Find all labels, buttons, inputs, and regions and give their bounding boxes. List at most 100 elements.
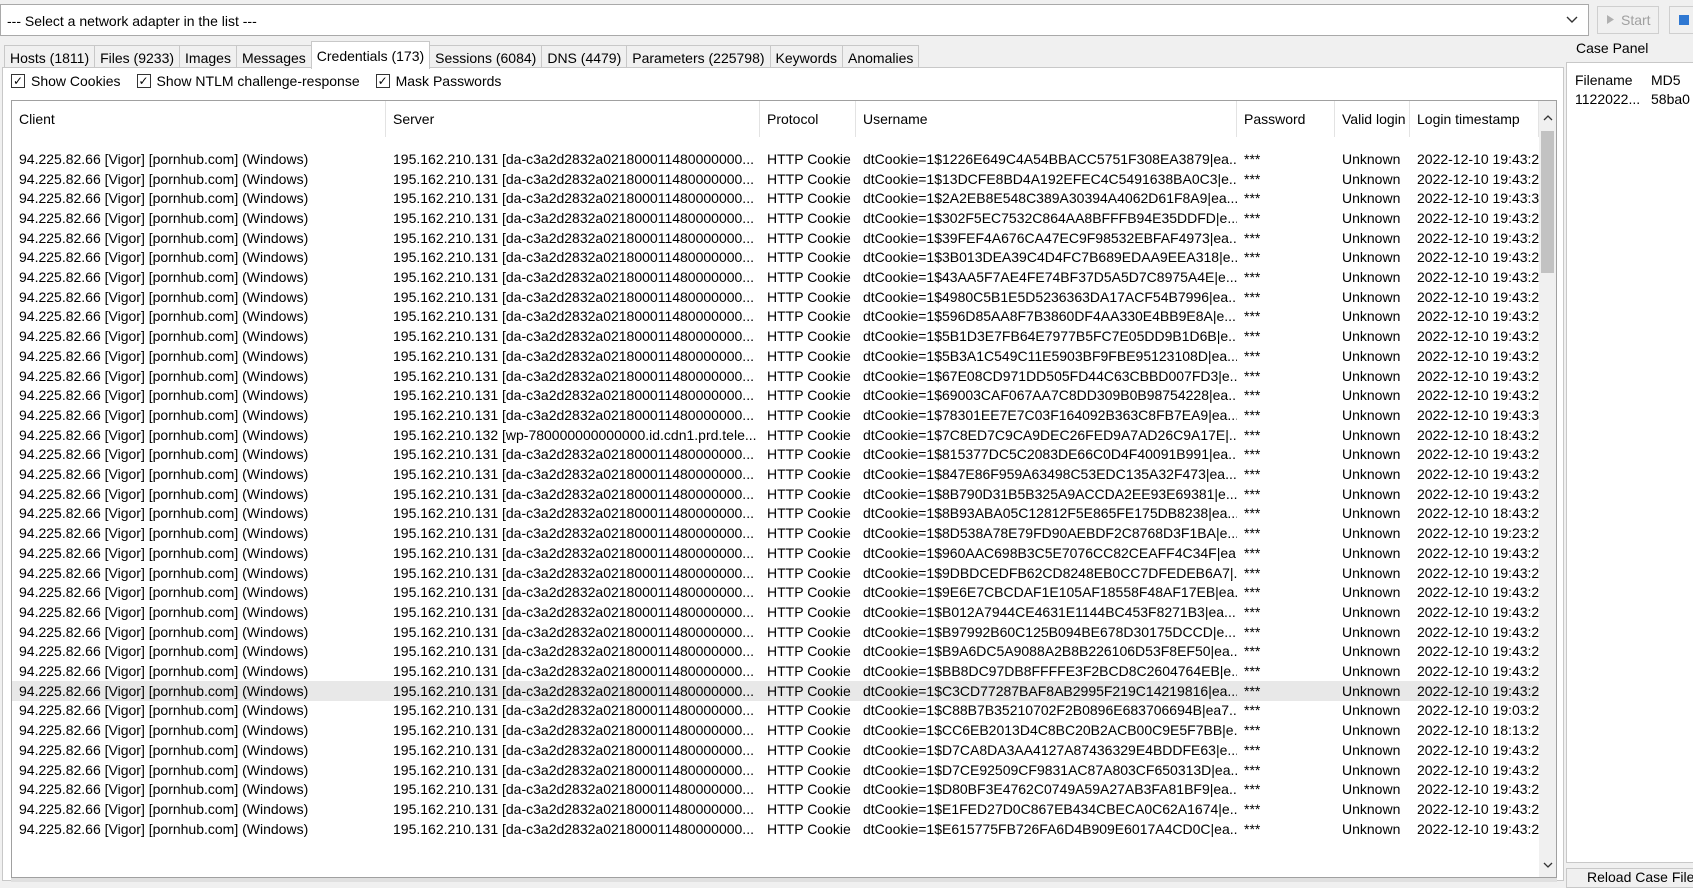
column-header-login-timestamp[interactable]: Login timestamp: [1410, 101, 1539, 137]
show-cookies-checkbox[interactable]: ✓ Show Cookies: [11, 73, 121, 89]
password-cell: ***: [1244, 288, 1261, 305]
column-header-username[interactable]: Username: [856, 101, 1237, 137]
valid-login-cell: Unknown: [1342, 505, 1401, 522]
server-cell: 195.162.210.131 [da-c3a2d2832a0218000114…: [393, 800, 754, 817]
table-row[interactable]: 94.225.82.66 [Vigor] [pornhub.com] (Wind…: [12, 169, 1539, 189]
case-file-md5[interactable]: 58ba0: [1643, 87, 1693, 111]
table-row[interactable]: 94.225.82.66 [Vigor] [pornhub.com] (Wind…: [12, 543, 1539, 563]
tab-anomalies[interactable]: Anomalies: [842, 45, 920, 69]
table-row[interactable]: 94.225.82.66 [Vigor] [pornhub.com] (Wind…: [12, 307, 1539, 327]
valid-login-cell: Unknown: [1342, 564, 1401, 581]
tab-images[interactable]: Images: [179, 45, 237, 69]
table-row[interactable]: 94.225.82.66 [Vigor] [pornhub.com] (Wind…: [12, 228, 1539, 248]
username-cell: dtCookie=1$13DCFE8BD4A192EFEC4C5491638BA…: [863, 170, 1237, 187]
table-row[interactable]: 94.225.82.66 [Vigor] [pornhub.com] (Wind…: [12, 326, 1539, 346]
tab-parameters[interactable]: Parameters (225798): [626, 45, 771, 69]
chevron-down-icon[interactable]: [1560, 7, 1584, 33]
login-timestamp-cell: 2022-12-10 19:03:25 U: [1417, 702, 1539, 719]
horizontal-scrollbar[interactable]: [11, 878, 1557, 882]
table-row[interactable]: 94.225.82.66 [Vigor] [pornhub.com] (Wind…: [12, 799, 1539, 819]
server-cell: 195.162.210.131 [da-c3a2d2832a0218000114…: [393, 269, 754, 286]
protocol-cell: HTTP Cookie: [767, 761, 851, 778]
column-header-valid-login[interactable]: Valid login: [1335, 101, 1410, 137]
table-row[interactable]: 94.225.82.66 [Vigor] [pornhub.com] (Wind…: [12, 760, 1539, 780]
table-row[interactable]: 94.225.82.66 [Vigor] [pornhub.com] (Wind…: [12, 287, 1539, 307]
username-cell: dtCookie=1$815377DC5C2083DE66C0D4F40091B…: [863, 446, 1237, 463]
username-cell: dtCookie=1$2A2EB8E548C389A30394A4062D61F…: [863, 190, 1237, 207]
protocol-cell: HTTP Cookie: [767, 702, 851, 719]
username-cell: dtCookie=1$C3CD77287BAF8AB2995F219C14219…: [863, 682, 1237, 699]
protocol-cell: HTTP Cookie: [767, 426, 851, 443]
protocol-cell: HTTP Cookie: [767, 466, 851, 483]
table-row[interactable]: 94.225.82.66 [Vigor] [pornhub.com] (Wind…: [12, 819, 1539, 839]
server-cell: 195.162.210.131 [da-c3a2d2832a0218000114…: [393, 446, 754, 463]
tab-dns[interactable]: DNS (4479): [541, 45, 628, 69]
scroll-down-icon[interactable]: [1539, 856, 1556, 873]
credential-options: ✓ Show Cookies ✓ Show NTLM challenge-res…: [11, 73, 501, 89]
tab-credentials[interactable]: Credentials (173): [310, 41, 431, 69]
network-adapter-select[interactable]: --- Select a network adapter in the list…: [0, 4, 1589, 36]
table-row[interactable]: 94.225.82.66 [Vigor] [pornhub.com] (Wind…: [12, 208, 1539, 228]
password-cell: ***: [1244, 682, 1261, 699]
protocol-cell: HTTP Cookie: [767, 682, 851, 699]
vertical-scrollbar[interactable]: [1539, 101, 1556, 877]
password-cell: ***: [1244, 643, 1261, 660]
username-cell: dtCookie=1$D7CE92509CF9831AC87A803CF6503…: [863, 761, 1237, 778]
table-row[interactable]: 94.225.82.66 [Vigor] [pornhub.com] (Wind…: [12, 680, 1539, 701]
column-header-password[interactable]: Password: [1237, 101, 1335, 137]
scrollbar-thumb[interactable]: [1541, 131, 1554, 273]
protocol-cell: HTTP Cookie: [767, 741, 851, 758]
table-row[interactable]: 94.225.82.66 [Vigor] [pornhub.com] (Wind…: [12, 366, 1539, 386]
password-cell: ***: [1244, 308, 1261, 325]
reload-case-files-button[interactable]: Reload Case Files: [1566, 868, 1693, 888]
start-button[interactable]: Start: [1597, 6, 1659, 34]
table-row[interactable]: 94.225.82.66 [Vigor] [pornhub.com] (Wind…: [12, 188, 1539, 208]
column-header-server[interactable]: Server: [386, 101, 760, 137]
username-cell: dtCookie=1$302F5EC7532C864AA8BFFFB94E35D…: [863, 209, 1237, 226]
table-row[interactable]: 94.225.82.66 [Vigor] [pornhub.com] (Wind…: [12, 445, 1539, 465]
tab-sessions[interactable]: Sessions (6084): [429, 45, 543, 69]
tab-hosts[interactable]: Hosts (1811): [4, 45, 96, 69]
table-row[interactable]: 94.225.82.66 [Vigor] [pornhub.com] (Wind…: [12, 484, 1539, 504]
protocol-cell: HTTP Cookie: [767, 150, 851, 167]
tab-keywords[interactable]: Keywords: [769, 45, 844, 69]
table-row[interactable]: 94.225.82.66 [Vigor] [pornhub.com] (Wind…: [12, 622, 1539, 642]
table-row[interactable]: 94.225.82.66 [Vigor] [pornhub.com] (Wind…: [12, 740, 1539, 760]
tab-messages[interactable]: Messages: [235, 45, 312, 69]
protocol-cell: HTTP Cookie: [767, 505, 851, 522]
table-row[interactable]: 94.225.82.66 [Vigor] [pornhub.com] (Wind…: [12, 149, 1539, 169]
table-row[interactable]: 94.225.82.66 [Vigor] [pornhub.com] (Wind…: [12, 563, 1539, 583]
password-cell: ***: [1244, 249, 1261, 266]
tab-files[interactable]: Files (9233): [94, 45, 181, 69]
stop-button[interactable]: [1669, 6, 1693, 34]
protocol-cell: HTTP Cookie: [767, 249, 851, 266]
table-row[interactable]: 94.225.82.66 [Vigor] [pornhub.com] (Wind…: [12, 425, 1539, 445]
case-file-name[interactable]: 1122022...: [1567, 87, 1643, 111]
mask-passwords-checkbox[interactable]: ✓ Mask Passwords: [375, 73, 501, 89]
table-row[interactable]: 94.225.82.66 [Vigor] [pornhub.com] (Wind…: [12, 267, 1539, 287]
server-cell: 195.162.210.131 [da-c3a2d2832a0218000114…: [393, 406, 754, 423]
table-row[interactable]: 94.225.82.66 [Vigor] [pornhub.com] (Wind…: [12, 582, 1539, 602]
login-timestamp-cell: 2022-12-10 18:43:25 U: [1417, 505, 1539, 522]
show-ntlm-checkbox[interactable]: ✓ Show NTLM challenge-response: [136, 73, 360, 89]
table-row[interactable]: 94.225.82.66 [Vigor] [pornhub.com] (Wind…: [12, 504, 1539, 524]
table-row[interactable]: 94.225.82.66 [Vigor] [pornhub.com] (Wind…: [12, 642, 1539, 662]
server-cell: 195.162.210.131 [da-c3a2d2832a0218000114…: [393, 564, 754, 581]
table-row[interactable]: 94.225.82.66 [Vigor] [pornhub.com] (Wind…: [12, 602, 1539, 622]
column-header-client[interactable]: Client: [12, 101, 386, 137]
scroll-up-icon[interactable]: [1539, 109, 1556, 126]
protocol-cell: HTTP Cookie: [767, 209, 851, 226]
valid-login-cell: Unknown: [1342, 722, 1401, 739]
column-header-protocol[interactable]: Protocol: [760, 101, 856, 137]
table-row[interactable]: 94.225.82.66 [Vigor] [pornhub.com] (Wind…: [12, 405, 1539, 425]
table-row[interactable]: 94.225.82.66 [Vigor] [pornhub.com] (Wind…: [12, 701, 1539, 721]
table-row[interactable]: 94.225.82.66 [Vigor] [pornhub.com] (Wind…: [12, 385, 1539, 405]
table-row[interactable]: 94.225.82.66 [Vigor] [pornhub.com] (Wind…: [12, 779, 1539, 799]
table-row[interactable]: 94.225.82.66 [Vigor] [pornhub.com] (Wind…: [12, 346, 1539, 366]
table-row[interactable]: 94.225.82.66 [Vigor] [pornhub.com] (Wind…: [12, 523, 1539, 543]
table-row[interactable]: 94.225.82.66 [Vigor] [pornhub.com] (Wind…: [12, 464, 1539, 484]
table-row[interactable]: 94.225.82.66 [Vigor] [pornhub.com] (Wind…: [12, 720, 1539, 740]
table-row[interactable]: 94.225.82.66 [Vigor] [pornhub.com] (Wind…: [12, 661, 1539, 681]
server-cell: 195.162.210.131 [da-c3a2d2832a0218000114…: [393, 209, 754, 226]
table-row[interactable]: 94.225.82.66 [Vigor] [pornhub.com] (Wind…: [12, 248, 1539, 268]
